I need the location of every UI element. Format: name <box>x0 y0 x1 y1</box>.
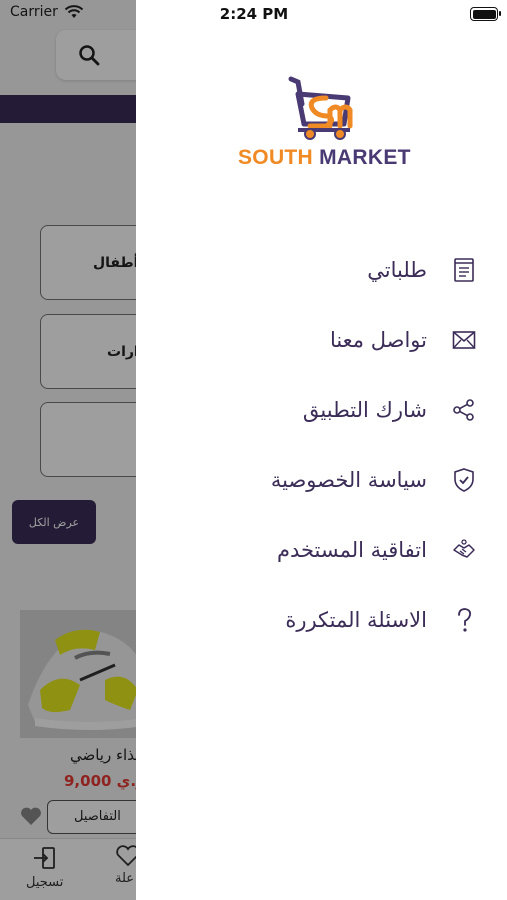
menu-item-user-agreement[interactable]: اتفاقية المستخدم <box>177 528 477 572</box>
menu-item-privacy-policy[interactable]: سياسة الخصوصية <box>177 458 477 502</box>
app-screen: Carrier أطفال وارات عرض الكل حذاء رياضي … <box>0 0 507 900</box>
menu-item-label: سياسة الخصوصية <box>270 468 427 492</box>
menu-item-label: اتفاقية المستخدم <box>276 538 427 562</box>
menu-item-my-orders[interactable]: طلباتي <box>177 248 477 292</box>
menu-item-label: شارك التطبيق <box>302 398 427 422</box>
share-icon <box>451 397 477 423</box>
battery-icon <box>470 7 501 21</box>
handshake-icon <box>451 537 477 563</box>
receipt-icon <box>451 257 477 283</box>
shield-check-icon <box>451 467 477 493</box>
side-drawer: 2:24 PM SOUTH MARKET طلباتي تواصل معنا ش… <box>136 0 507 900</box>
menu-item-contact-us[interactable]: تواصل معنا <box>177 318 477 362</box>
question-icon <box>451 607 477 633</box>
status-time: 2:24 PM <box>219 5 289 23</box>
menu-item-share-app[interactable]: شارك التطبيق <box>177 388 477 432</box>
logo-word-market: MARKET <box>319 146 411 169</box>
menu-item-faq[interactable]: الاسئلة المتكررة <box>177 598 477 642</box>
logo-wordmark: SOUTH MARKET <box>238 146 411 170</box>
menu-item-label: الاسئلة المتكررة <box>285 608 427 632</box>
menu-item-label: تواصل معنا <box>329 328 427 352</box>
menu-item-label: طلباتي <box>367 258 427 282</box>
mail-icon <box>451 327 477 353</box>
logo-word-south: SOUTH <box>238 146 320 169</box>
